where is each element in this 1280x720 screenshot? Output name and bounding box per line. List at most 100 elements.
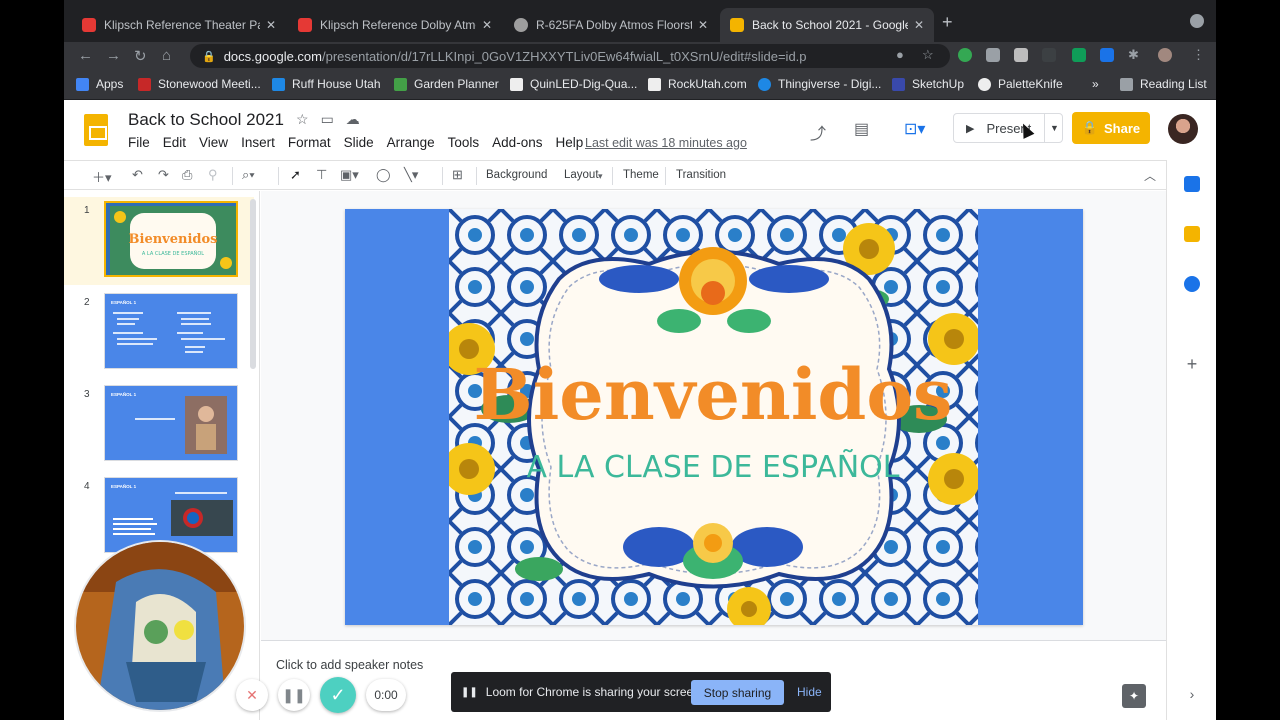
close-icon[interactable]: ✕ — [482, 18, 492, 32]
stop-sharing-button[interactable]: Stop sharing — [691, 680, 784, 705]
menu-file[interactable]: File — [128, 135, 150, 150]
browser-tab[interactable]: R-625FA Dolby Atmos Floorsta ✕ — [504, 8, 718, 42]
comments-icon[interactable]: ▤ — [854, 119, 869, 139]
reload-icon[interactable]: ↻ — [134, 47, 147, 65]
menu-format[interactable]: Format — [288, 135, 331, 150]
undo-icon[interactable]: ↶ — [132, 167, 143, 183]
loom-pause-icon[interactable]: ❚❚ — [278, 679, 310, 711]
add-comment-icon[interactable]: ⊞ — [452, 167, 463, 183]
select-arrow-icon[interactable]: ➚ — [290, 167, 301, 183]
menu-arrange[interactable]: Arrange — [387, 135, 435, 150]
menu-addons[interactable]: Add-ons — [492, 135, 542, 150]
extension-icon[interactable] — [986, 48, 1000, 62]
bookmark-item[interactable]: Garden Planner — [394, 77, 499, 91]
extension-icon[interactable] — [1042, 48, 1056, 62]
new-slide-plus-icon[interactable]: ＋▾ — [92, 167, 112, 186]
extension-icon[interactable] — [958, 48, 972, 62]
menu-slide[interactable]: Slide — [344, 135, 374, 150]
notes-divider[interactable] — [261, 640, 1166, 648]
keep-icon[interactable] — [1184, 226, 1200, 242]
browser-tab[interactable]: Klipsch Reference Theater Pac ✕ — [72, 8, 286, 42]
bookmark-apps[interactable]: Apps — [76, 77, 123, 91]
zoom-icon[interactable]: ⌕▾ — [242, 167, 255, 183]
last-edit-link[interactable]: Last edit was 18 minutes ago — [585, 136, 747, 150]
bookmark-item[interactable]: RockUtah.com — [648, 77, 747, 91]
explore-icon[interactable]: ✦ — [1122, 684, 1146, 708]
bookmark-star-icon[interactable]: ☆ — [922, 47, 934, 63]
speaker-notes-placeholder[interactable]: Click to add speaker notes — [276, 658, 423, 672]
close-icon[interactable]: ✕ — [698, 18, 708, 32]
slide-thumbnail[interactable]: 3 ESPAÑOL 1 — [64, 381, 254, 469]
new-tab-plus-icon[interactable]: + — [942, 12, 953, 33]
calendar-icon[interactable] — [1184, 176, 1200, 192]
menu-view[interactable]: View — [199, 135, 228, 150]
slide-thumbnail[interactable]: 1 Bienvenidos A LA CLASE DE ESPAÑOL — [64, 197, 254, 285]
image-icon[interactable]: ▣▾ — [340, 167, 359, 183]
text-box-icon[interactable]: ⊤ — [316, 167, 327, 183]
star-icon[interactable]: ☆ — [296, 111, 309, 128]
klipsch-favicon-icon — [298, 18, 312, 32]
print-icon[interactable]: ⎙ — [182, 167, 192, 183]
present-button[interactable]: ▶ Present ▼ — [953, 113, 1063, 143]
bookmark-item[interactable]: Stonewood Meeti... — [138, 77, 261, 91]
forward-arrow-icon[interactable]: → — [106, 47, 121, 64]
expand-chevron-right-icon[interactable]: › — [1184, 686, 1200, 702]
theme-button[interactable]: Theme — [623, 169, 659, 181]
extension-icon[interactable] — [1072, 48, 1086, 62]
cloud-saved-icon[interactable]: ☁ — [346, 111, 360, 128]
menu-help[interactable]: Help — [555, 135, 583, 150]
move-folder-icon[interactable]: ▭ — [321, 111, 334, 128]
account-avatar[interactable] — [1168, 114, 1198, 144]
loom-camera-bubble[interactable] — [74, 540, 246, 712]
close-icon[interactable]: ✕ — [266, 18, 276, 32]
puzzle-extensions-icon[interactable]: ✱ — [1128, 47, 1139, 63]
transition-button[interactable]: Transition — [676, 169, 726, 181]
document-title[interactable]: Back to School 2021 — [128, 110, 284, 130]
meet-present-icon[interactable]: ⊡▾ — [904, 119, 925, 139]
address-bar[interactable]: 🔒 docs.google.com/presentation/d/17rLLKI… — [190, 44, 950, 68]
microphone-icon[interactable]: ● — [896, 47, 904, 62]
browser-tab-active[interactable]: Back to School 2021 - Google S ✕ — [720, 8, 934, 42]
loom-cancel-icon[interactable]: ✕ — [236, 679, 268, 711]
reading-list-button[interactable]: Reading List — [1120, 77, 1207, 91]
collapse-chevron-icon[interactable]: ︿ — [1144, 167, 1156, 184]
tab-search-icon[interactable] — [1190, 14, 1204, 28]
activity-trend-icon[interactable]: ⤴ — [810, 120, 826, 144]
filmstrip-scrollbar[interactable] — [250, 199, 256, 369]
redo-icon[interactable]: ↷ — [158, 167, 169, 183]
browser-tab[interactable]: Klipsch Reference Dolby Atmos ✕ — [288, 8, 502, 42]
loom-timer: 0:00 — [366, 679, 406, 711]
home-icon[interactable]: ⌂ — [162, 47, 171, 64]
more-bookmarks-chevron-icon[interactable]: » — [1092, 77, 1099, 91]
close-icon[interactable]: ✕ — [914, 18, 924, 32]
profile-avatar-icon[interactable] — [1158, 48, 1172, 62]
back-arrow-icon[interactable]: ← — [78, 47, 93, 64]
menu-edit[interactable]: Edit — [163, 135, 186, 150]
menu-bar: File Edit View Insert Format Slide Arran… — [128, 135, 596, 150]
add-addon-plus-icon[interactable]: + — [1184, 355, 1200, 373]
kebab-menu-icon[interactable]: ⋮ — [1192, 47, 1205, 63]
loom-finish-check-icon[interactable]: ✓ — [320, 677, 356, 713]
slide-thumbnail[interactable]: 2 ESPAÑOL 1 — [64, 289, 254, 377]
chevron-down-icon[interactable]: ▾ — [598, 171, 603, 182]
current-slide[interactable]: Bienvenidos A LA CLASE DE ESPAÑOL — [345, 209, 1083, 625]
paint-format-icon[interactable]: ⚲ — [208, 167, 218, 183]
bookmark-item[interactable]: QuinLED-Dig-Qua... — [510, 77, 637, 91]
shape-icon[interactable]: ◯ — [376, 167, 391, 183]
bookmark-item[interactable]: Ruff House Utah — [272, 77, 381, 91]
tasks-icon[interactable] — [1184, 276, 1200, 292]
bookmark-item[interactable]: SketchUp — [892, 77, 964, 91]
hide-button[interactable]: Hide — [797, 685, 822, 699]
slides-logo-icon[interactable] — [84, 114, 108, 146]
menu-tools[interactable]: Tools — [448, 135, 480, 150]
share-button[interactable]: 🔒 Share — [1072, 112, 1150, 144]
line-icon[interactable]: ╲▾ — [404, 167, 418, 183]
bookmark-item[interactable]: Thingiverse - Digi... — [758, 77, 881, 91]
present-dropdown-icon[interactable]: ▼ — [1050, 123, 1059, 133]
layout-button[interactable]: Layout — [564, 169, 599, 181]
background-button[interactable]: Background — [486, 169, 547, 181]
bookmark-item[interactable]: PaletteKnife — [978, 77, 1063, 91]
zoom-extension-icon[interactable] — [1100, 48, 1114, 62]
extension-icon[interactable] — [1014, 48, 1028, 62]
menu-insert[interactable]: Insert — [241, 135, 275, 150]
